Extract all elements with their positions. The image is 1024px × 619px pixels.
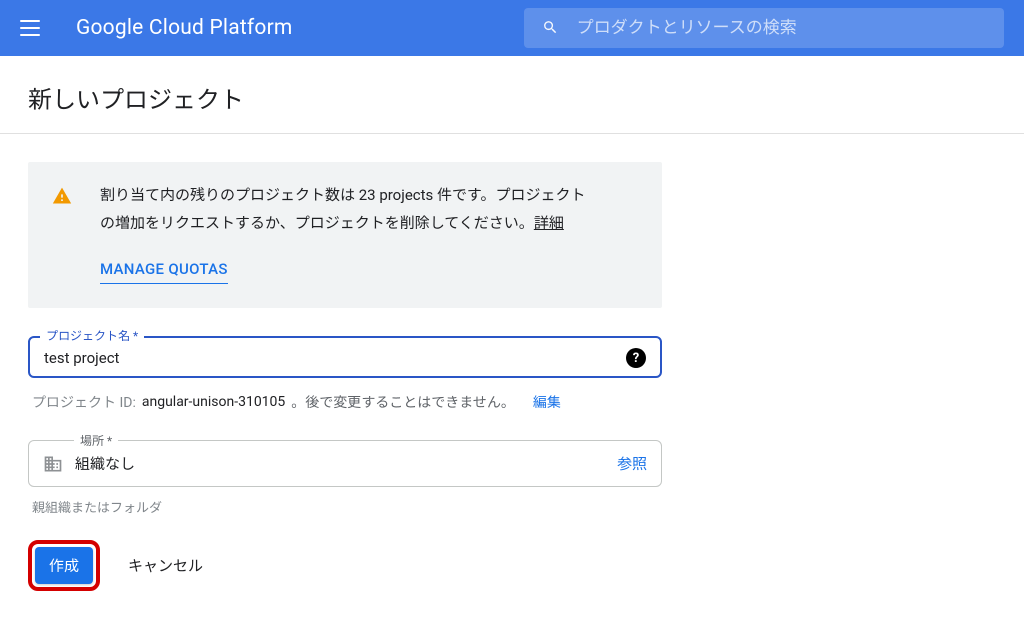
location-value: 組織なし [75,453,617,474]
alert-text: の増加をリクエストするか、プロジェクトを削除してください。 [100,214,534,232]
action-row: 作成 キャンセル [28,540,662,591]
create-button[interactable]: 作成 [35,547,93,584]
search-icon [542,19,559,37]
browse-button[interactable]: 参照 [617,453,647,474]
project-id-value: angular-unison-310105 [142,394,285,410]
brand-title: Google Cloud Platform [76,16,293,40]
search-input[interactable] [577,18,986,38]
form-container: 割り当て内の残りのプロジェクト数は 23 projects 件です。プロジェクト… [0,134,690,591]
project-id-label: プロジェクト ID: [32,392,136,412]
location-field: 場所 * 組織なし 参照 [28,440,662,487]
menu-icon[interactable] [20,14,48,42]
organization-icon [43,454,63,474]
edit-link[interactable]: 編集 [533,392,561,412]
search-box[interactable] [524,8,1004,48]
help-icon[interactable]: ? [626,348,646,368]
quota-alert: 割り当て内の残りのプロジェクト数は 23 projects 件です。プロジェクト… [28,162,662,308]
location-helper: 親組織またはフォルダ [28,497,662,516]
alert-body: 割り当て内の残りのプロジェクト数は 23 projects 件です。プロジェクト… [100,182,586,284]
cancel-button[interactable]: キャンセル [128,555,203,576]
page-title: 新しいプロジェクト [0,56,1024,134]
alert-text: 割り当て内の残りのプロジェクト数は [100,186,359,204]
project-name-input[interactable] [44,349,626,367]
project-name-label: プロジェクト名 * [40,327,144,344]
alert-text: 件です。プロジェクト [433,186,585,204]
warning-icon [52,186,72,206]
manage-quotas-link[interactable]: MANAGE QUOTAS [100,256,228,285]
project-id-note: 。後で変更することはできません。 [291,392,515,412]
highlight-box: 作成 [28,540,100,591]
app-header: Google Cloud Platform [0,0,1024,56]
details-link[interactable]: 詳細 [534,214,564,232]
alert-count: 23 projects [359,186,434,204]
project-name-field: プロジェクト名 * ? [28,336,662,378]
location-label: 場所 * [74,432,118,449]
project-id-row: プロジェクト ID: angular-unison-310105 。後で変更するこ… [28,392,662,412]
